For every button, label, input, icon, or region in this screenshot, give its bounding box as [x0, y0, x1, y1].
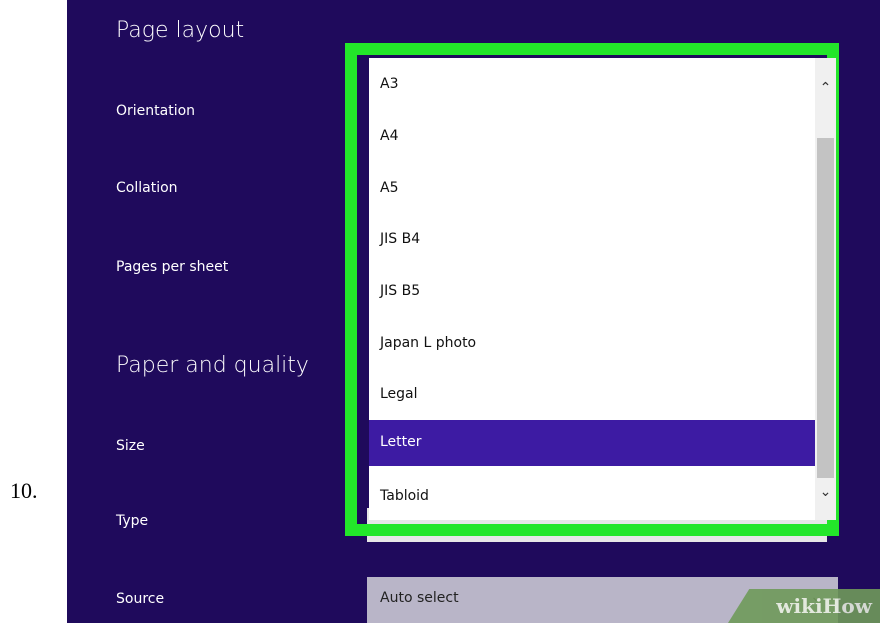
wikihow-watermark: wikiHow — [728, 589, 880, 623]
size-option-letter[interactable]: Letter — [369, 420, 815, 466]
size-option-jis-b4[interactable]: JIS B4 — [369, 221, 815, 259]
dropdown-scrollbar[interactable]: ⌃ ⌄ — [815, 58, 836, 520]
source-select-value: Auto select — [380, 590, 459, 606]
size-option-legal[interactable]: Legal — [369, 376, 815, 414]
chevron-down-icon[interactable]: ⌄ — [815, 484, 836, 500]
size-option-japan-l-photo[interactable]: Japan L photo — [369, 325, 815, 363]
size-option-a4[interactable]: A4 — [369, 118, 815, 156]
pages-per-sheet-label: Pages per sheet — [116, 259, 229, 275]
page-layout-heading: Page layout — [116, 18, 245, 43]
size-option-tabloid[interactable]: Tabloid — [369, 478, 815, 516]
paper-and-quality-heading: Paper and quality — [116, 353, 309, 378]
size-option-a5[interactable]: A5 — [369, 170, 815, 208]
size-option-jis-b5[interactable]: JIS B5 — [369, 273, 815, 311]
scrollbar-thumb[interactable] — [817, 138, 834, 478]
print-settings-panel: Page layout Orientation Collation Pages … — [67, 0, 880, 623]
watermark-text: wikiHow — [776, 594, 872, 618]
size-label: Size — [116, 438, 145, 454]
orientation-label: Orientation — [116, 103, 196, 119]
size-dropdown-list[interactable]: A3 A4 A5 JIS B4 JIS B5 Japan L photo Leg… — [369, 58, 836, 520]
step-number: 10. — [10, 478, 38, 503]
size-option-a3[interactable]: A3 — [369, 66, 815, 104]
source-label: Source — [116, 591, 165, 607]
collation-label: Collation — [116, 180, 178, 196]
type-label: Type — [116, 513, 149, 529]
chevron-up-icon[interactable]: ⌃ — [815, 80, 836, 96]
